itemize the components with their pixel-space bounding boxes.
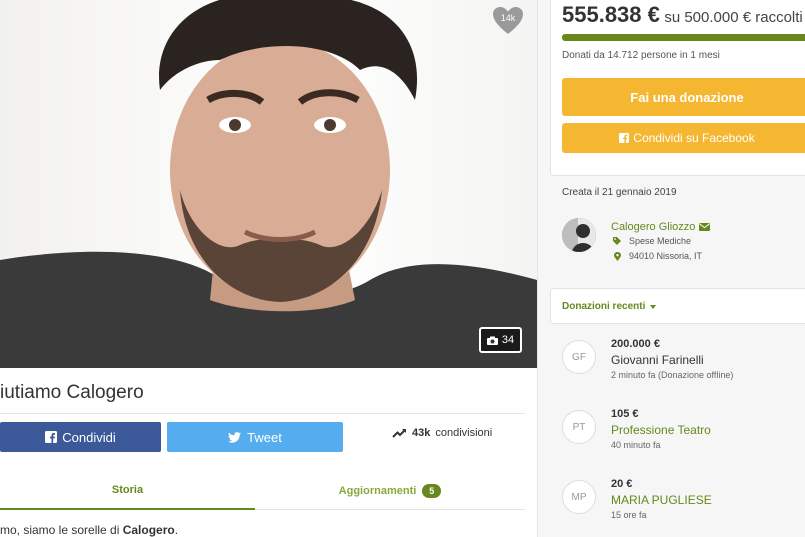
campaign-main: 14k 34 iutiamo Calogero Condividi Tweet …	[0, 0, 537, 537]
share-facebook-button[interactable]: Condividi su Facebook	[562, 123, 805, 153]
recent-donations-toggle[interactable]: Donazioni recenti	[562, 301, 657, 312]
photo-gallery-button[interactable]: 34	[479, 327, 522, 353]
updates-count-badge: 5	[422, 484, 442, 498]
twitter-icon	[228, 431, 242, 443]
story-prefix: mo, siamo le sorelle di	[0, 523, 123, 537]
donation-item: PT 105 € Professione Teatro 40 minuto fa	[562, 408, 802, 466]
twitter-share-label: Tweet	[247, 429, 282, 445]
donate-button-label: Fai una donazione	[630, 89, 744, 105]
donation-amount: 200.000 €	[611, 338, 660, 350]
donate-button[interactable]: Fai una donazione	[562, 78, 805, 116]
tab-storia[interactable]: Storia	[0, 472, 255, 510]
funding-progress-fill	[562, 34, 805, 41]
share-facebook-label: Condividi su Facebook	[633, 131, 755, 145]
divider	[0, 413, 525, 414]
funding-progress-bar	[562, 34, 805, 41]
map-pin-icon	[611, 251, 623, 261]
heart-button[interactable]: 14k	[492, 6, 524, 36]
donors-text: Donati da 14.712 persone in 1 mesi	[562, 50, 720, 61]
person-illustration	[0, 0, 537, 368]
camera-icon	[486, 336, 498, 345]
donation-amount: 20 €	[611, 478, 633, 490]
donor-avatar: PT	[562, 410, 596, 444]
donor-name-link[interactable]: Professione Teatro	[611, 423, 711, 437]
campaign-sidebar: 555.838 € su 500.000 € raccolti Donati d…	[537, 0, 805, 537]
donor-name-link[interactable]: MARIA PUGLIESE	[611, 493, 712, 507]
donation-item: GF 200.000 € Giovanni Farinelli 2 minuto…	[562, 338, 802, 396]
caret-down-icon	[650, 304, 657, 309]
organizer: Calogero Gliozzo Spese Mediche 94010 Nis…	[562, 218, 802, 268]
facebook-icon	[45, 431, 58, 443]
tab-storia-label: Storia	[111, 484, 144, 496]
facebook-share-button[interactable]: Condividi	[0, 422, 161, 452]
twitter-share-button[interactable]: Tweet	[167, 422, 343, 452]
donor-avatar: GF	[562, 340, 596, 374]
recent-donations-header: Donazioni recenti	[550, 288, 805, 324]
recent-donations-title: Donazioni recenti	[562, 301, 646, 312]
campaign-tabs: Storia Aggiornamenti 5	[0, 472, 525, 510]
created-date: Creata il 21 gennaio 2019	[562, 187, 677, 198]
facebook-icon	[619, 133, 630, 143]
tag-icon	[611, 237, 623, 245]
organizer-name-link[interactable]: Calogero Gliozzo	[611, 221, 711, 233]
raised-value: 555.838 €	[562, 2, 660, 27]
share-count: 43k condivisioni	[392, 427, 492, 439]
donor-avatar: MP	[562, 480, 596, 514]
story-text: mo, siamo le sorelle di Calogero.	[0, 523, 178, 537]
organizer-photo	[562, 218, 596, 252]
raised-amount: 555.838 € su 500.000 € raccolti	[562, 2, 803, 28]
share-count-label: condivisioni	[435, 427, 493, 439]
donation-time: 2 minuto fa (Donazione offline)	[611, 370, 734, 380]
campaign-photo[interactable]: 14k 34	[0, 0, 537, 368]
envelope-icon	[699, 223, 711, 231]
organizer-avatar[interactable]	[562, 218, 596, 252]
donation-time: 15 ore fa	[611, 510, 647, 520]
location-label: 94010 Nissoria, IT	[629, 251, 703, 261]
campaign-page: 14k 34 iutiamo Calogero Condividi Tweet …	[0, 0, 805, 537]
campaign-location: 94010 Nissoria, IT	[611, 251, 702, 261]
donation-amount: 105 €	[611, 408, 639, 420]
tab-aggiornamenti[interactable]: Aggiornamenti 5	[255, 472, 525, 510]
donation-item: MP 20 € MARIA PUGLIESE 15 ore fa	[562, 478, 802, 536]
facebook-share-label: Condividi	[62, 429, 116, 445]
share-count-value: 43k	[412, 427, 431, 439]
funding-card: 555.838 € su 500.000 € raccolti Donati d…	[550, 0, 805, 176]
category-label: Spese Mediche	[629, 236, 692, 246]
photo-count: 34	[501, 334, 515, 346]
heart-count: 14k	[500, 13, 516, 23]
goal-text: su 500.000 € raccolti	[664, 9, 803, 26]
campaign-title: iutiamo Calogero	[0, 382, 144, 403]
donor-name: Giovanni Farinelli	[611, 353, 704, 367]
trending-up-icon	[392, 429, 406, 438]
campaign-category: Spese Mediche	[611, 236, 691, 246]
story-suffix: .	[174, 523, 179, 537]
donation-time: 40 minuto fa	[611, 440, 661, 450]
tab-aggiornamenti-label: Aggiornamenti	[338, 485, 417, 497]
organizer-name: Calogero Gliozzo	[611, 221, 696, 233]
story-name: Calogero	[122, 523, 175, 537]
